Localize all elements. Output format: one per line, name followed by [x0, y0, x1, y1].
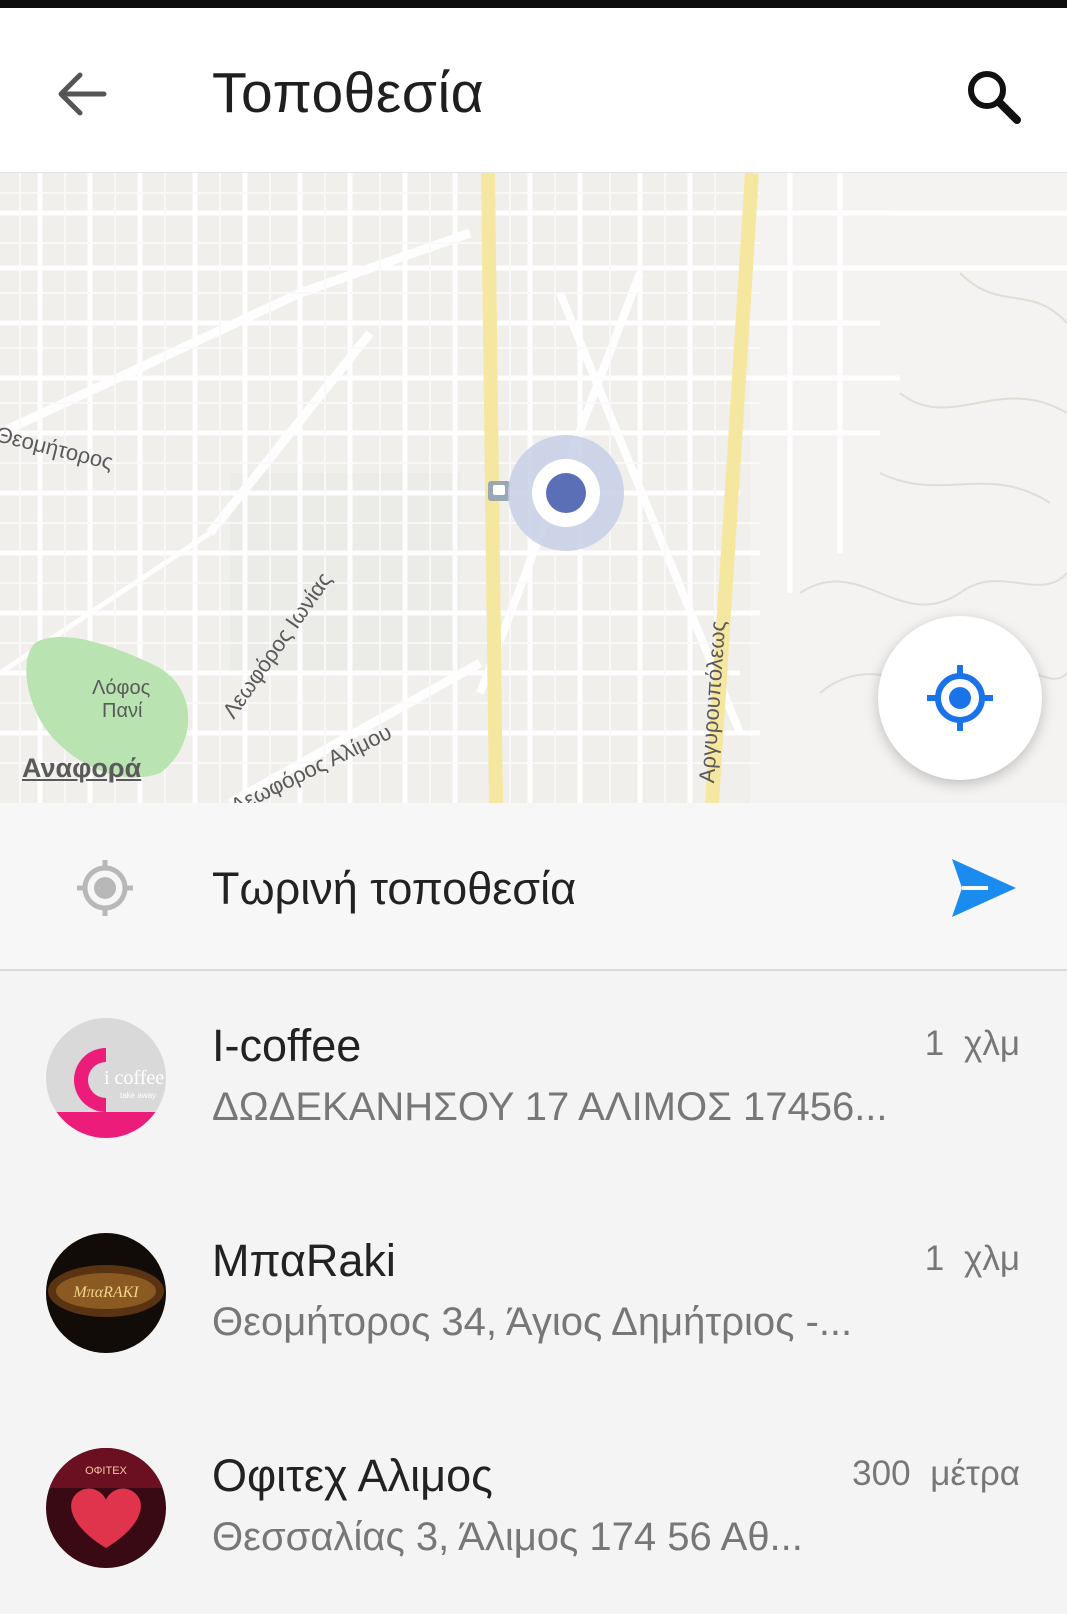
avatar-logo-text: i coffee	[104, 1067, 164, 1089]
send-icon	[952, 859, 1016, 917]
place-name: I-coffee	[212, 1020, 362, 1071]
avatar-logo-text: ΟΦΙΤΕΧ	[85, 1465, 127, 1477]
gps-target-icon	[77, 860, 133, 916]
place-name: Οφιτεχ Αλιμος	[212, 1450, 493, 1501]
report-link[interactable]: Αναφορά	[22, 753, 141, 784]
avatar-logo-subtext: take away	[120, 1091, 156, 1100]
map-park-label: Πανί	[102, 700, 143, 722]
map-park-label: Λόφος	[92, 677, 151, 699]
status-bar-strip	[0, 0, 1067, 8]
search-icon	[968, 71, 1021, 124]
place-avatar: ΟΦΙΤΕΧ	[46, 1448, 166, 1568]
my-location-icon	[927, 665, 993, 731]
place-address: ΔΩΔΕΚΑΝΗΣΟΥ 17 ΑΛΙΜΟΣ 17456...	[212, 1085, 888, 1129]
app-header: Τοποθεσία	[0, 8, 1067, 173]
place-avatar: i coffee take away	[46, 1018, 166, 1138]
send-location-button[interactable]	[948, 853, 1018, 923]
current-location-label: Τωρινή τοποθεσία	[212, 863, 577, 914]
page-title: Τοποθεσία	[212, 61, 485, 125]
place-distance: 300 μέτρα	[852, 1454, 1020, 1493]
place-address: Θεομήτορος 34, Άγιος Δημήτριος -...	[212, 1300, 853, 1344]
search-button[interactable]	[963, 66, 1025, 128]
current-location-row[interactable]: Τωρινή τοποθεσία	[0, 803, 1067, 971]
place-distance: 1 χλμ	[924, 1024, 1020, 1063]
place-address: Θεσσαλίας 3, Άλιμος 174 56 Αθ...	[212, 1515, 803, 1559]
place-name: ΜπαRaki	[212, 1235, 396, 1286]
back-button[interactable]	[52, 64, 112, 124]
place-list-item[interactable]: i coffee take away I-coffee ΔΩΔΕΚΑΝΗΣΟΥ …	[0, 970, 1067, 1184]
place-distance: 1 χλμ	[924, 1239, 1020, 1278]
my-location-button[interactable]	[878, 616, 1042, 780]
place-list-item[interactable]: ΟΦΙΤΕΧ Οφιτεχ Αλιμος Θεσσαλίας 3, Άλιμος…	[0, 1400, 1067, 1614]
avatar-logo-text: ΜπαRAKI	[72, 1284, 139, 1301]
place-avatar: ΜπαRAKI	[46, 1233, 166, 1353]
map-view[interactable]: Θεομήτορος Λεωφόρος Ιωνίας Αργυρουπόλεως…	[0, 173, 1067, 803]
place-list-item[interactable]: ΜπαRAKI ΜπαRaki Θεομήτορος 34, Άγιος Δημ…	[0, 1185, 1067, 1399]
arrow-left-icon	[58, 72, 107, 116]
